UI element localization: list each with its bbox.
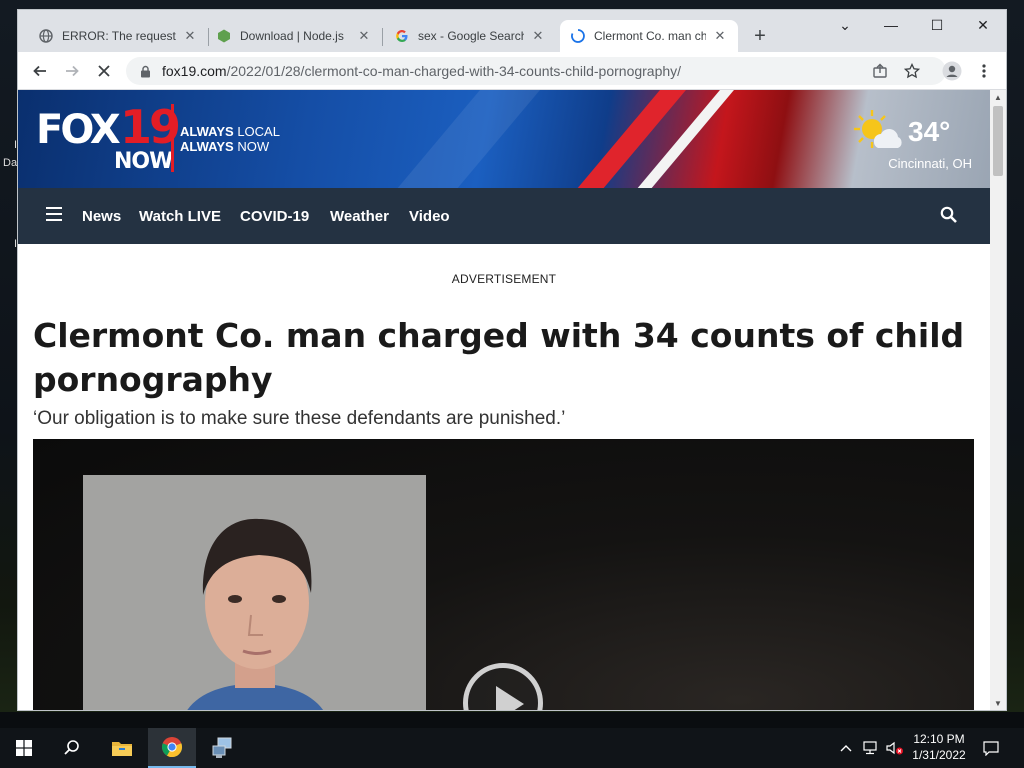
article-subheadline: ‘Our obligation is to make sure these de… (33, 408, 566, 429)
tab-nodejs[interactable]: Download | Node.js ✕ (206, 20, 382, 52)
header-stripe (387, 90, 549, 188)
close-icon[interactable]: ✕ (356, 28, 372, 44)
header-stripe (627, 90, 743, 188)
tagline-divider (171, 104, 174, 172)
system-clock[interactable]: 12:10 PM 1/31/2022 (906, 731, 972, 763)
start-icon[interactable] (0, 728, 48, 768)
stop-loading-icon[interactable] (90, 57, 118, 85)
profile-avatar-icon[interactable] (938, 57, 966, 85)
play-icon (496, 686, 524, 710)
bookmark-star-icon[interactable] (898, 57, 926, 85)
loading-spinner-icon (570, 28, 586, 44)
desktop-icon-label: I (14, 139, 18, 151)
browser-window: ERROR: The requested ✕ Download | Node.j… (18, 10, 1006, 710)
minimize-button[interactable]: — (868, 10, 914, 40)
share-icon[interactable] (866, 57, 894, 85)
fox19-logo[interactable]: FOX 19 NOW (36, 104, 186, 176)
close-icon[interactable]: ✕ (530, 28, 546, 44)
search-icon[interactable] (48, 728, 96, 768)
tab-clermont-article[interactable]: Clermont Co. man charged ✕ (560, 20, 738, 52)
tab-title: Clermont Co. man charged (594, 29, 706, 43)
partly-sunny-icon (852, 108, 904, 157)
tab-error[interactable]: ERROR: The requested ✕ (28, 20, 208, 52)
article-headline: Clermont Co. man charged with 34 counts … (33, 316, 965, 399)
nodejs-icon (216, 28, 232, 44)
tab-search-button[interactable]: ⌄ (822, 10, 868, 40)
nav-item-news[interactable]: News (82, 188, 121, 244)
desktop-icon-label: Da (3, 157, 18, 169)
clock-date: 1/31/2022 (912, 748, 966, 762)
tab-separator (382, 28, 383, 46)
back-arrow-icon[interactable] (26, 57, 54, 85)
maximize-button[interactable]: ☐ (914, 10, 960, 40)
hamburger-menu-icon[interactable] (46, 207, 62, 221)
tab-title: sex - Google Search (418, 29, 524, 43)
clock-time: 12:10 PM (913, 732, 965, 746)
network-app-icon[interactable] (198, 728, 246, 768)
close-window-button[interactable]: ✕ (960, 10, 1006, 40)
desktop-icon-label: I (14, 238, 18, 250)
notifications-icon[interactable] (976, 728, 1006, 768)
windows-taskbar: 12:10 PM 1/31/2022 (0, 728, 1024, 768)
nav-item-video[interactable]: Video (409, 188, 450, 244)
site-header-banner: FOX 19 NOW ALWAYS LOCAL ALWAYS NOW 34° C… (18, 90, 990, 188)
lock-icon[interactable] (138, 64, 152, 78)
mugshot-image (83, 475, 426, 710)
scroll-up-arrow-icon[interactable]: ▲ (990, 90, 1006, 104)
video-player[interactable] (33, 439, 974, 710)
volume-muted-icon[interactable] (884, 728, 906, 768)
nav-item-watch-live[interactable]: Watch LIVE (139, 188, 221, 244)
new-tab-button[interactable]: + (748, 24, 772, 48)
nav-item-weather[interactable]: Weather (330, 188, 389, 244)
scroll-down-arrow-icon[interactable]: ▼ (990, 696, 1006, 710)
header-stripe (567, 90, 695, 188)
more-menu-icon[interactable] (970, 57, 998, 85)
close-icon[interactable]: ✕ (182, 28, 198, 44)
page-viewport: FOX 19 NOW ALWAYS LOCAL ALWAYS NOW 34° C… (18, 90, 990, 710)
chrome-icon[interactable] (148, 728, 196, 768)
globe-icon (38, 28, 54, 44)
play-button[interactable] (463, 663, 543, 710)
close-icon[interactable]: ✕ (712, 28, 728, 44)
search-icon[interactable] (940, 206, 958, 229)
nav-item-covid[interactable]: COVID-19 (240, 188, 309, 244)
file-explorer-icon[interactable] (98, 728, 146, 768)
tab-google-search[interactable]: sex - Google Search ✕ (384, 20, 556, 52)
url-text: fox19.com/2022/01/28/clermont-co-man-cha… (162, 63, 682, 79)
weather-temperature: 34° (908, 116, 951, 147)
tab-strip: ERROR: The requested ✕ Download | Node.j… (18, 10, 1006, 52)
network-icon[interactable] (860, 728, 882, 768)
forward-arrow-icon[interactable] (58, 57, 86, 85)
page-scrollbar[interactable]: ▲ ▼ (990, 90, 1006, 710)
tab-title: Download | Node.js (240, 29, 344, 43)
google-icon (394, 28, 410, 44)
advertisement-label: ADVERTISEMENT (451, 272, 557, 286)
scrollbar-thumb[interactable] (993, 106, 1003, 176)
browser-toolbar: fox19.com/2022/01/28/clermont-co-man-cha… (18, 52, 1006, 90)
address-bar[interactable]: fox19.com/2022/01/28/clermont-co-man-cha… (126, 57, 946, 85)
station-tagline: ALWAYS LOCAL ALWAYS NOW (180, 124, 280, 154)
weather-widget[interactable]: 34° Cincinnati, OH (852, 108, 972, 178)
chevron-up-icon[interactable] (836, 728, 856, 768)
site-navigation: News Watch LIVE COVID-19 Weather Video (18, 188, 990, 244)
tab-title: ERROR: The requested (62, 29, 176, 43)
weather-city: Cincinnati, OH (888, 156, 972, 171)
